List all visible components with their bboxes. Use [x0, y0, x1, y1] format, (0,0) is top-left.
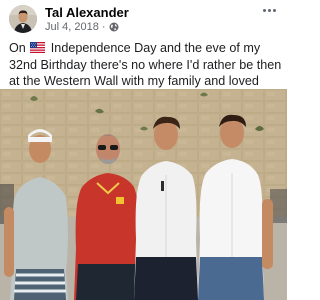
more-options-button[interactable]: [259, 2, 279, 18]
globe-icon[interactable]: [109, 22, 119, 32]
meta-separator: ·: [101, 21, 106, 33]
dot: [262, 8, 266, 12]
author-avatar[interactable]: [9, 5, 37, 33]
dot: [267, 8, 271, 12]
dot: [272, 8, 276, 12]
author-name[interactable]: Tal Alexander: [45, 5, 129, 20]
post-header: Tal Alexander Jul 4, 2018 ·: [0, 0, 287, 36]
post-date[interactable]: Jul 4, 2018: [45, 21, 99, 33]
post-photo[interactable]: [0, 89, 287, 300]
us-flag-icon: [30, 41, 46, 57]
post-text-intro: On: [9, 41, 30, 55]
post-meta: Jul 4, 2018 ·: [45, 21, 119, 33]
